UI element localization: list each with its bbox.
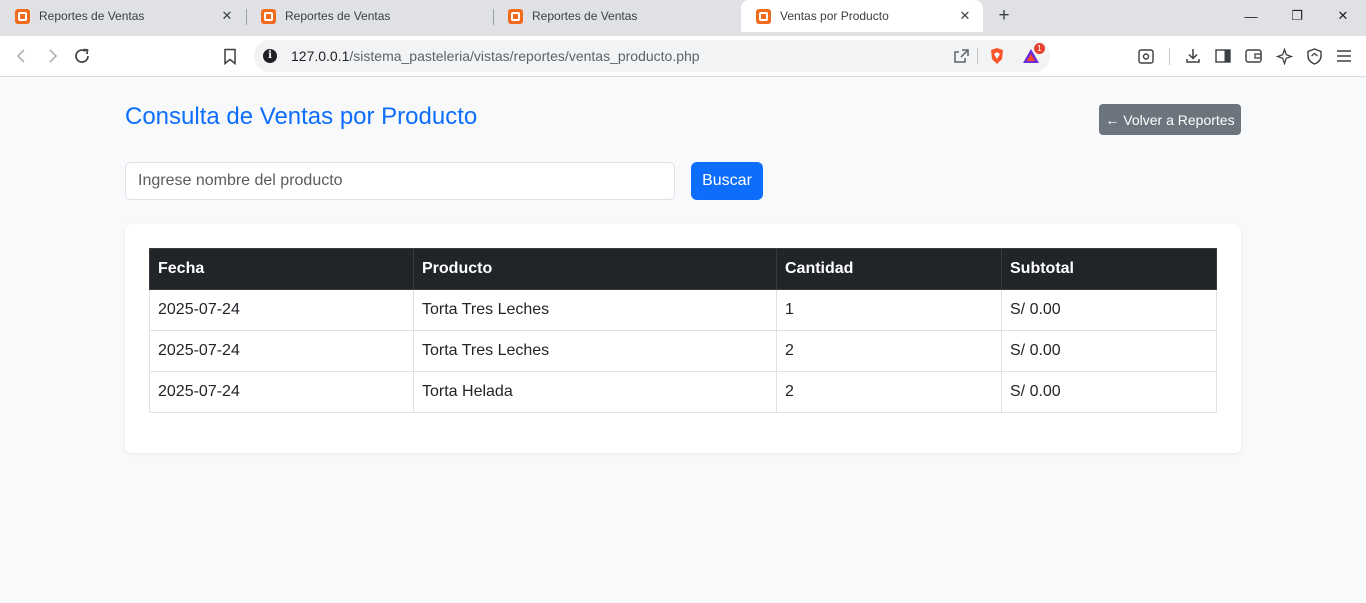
cell-subtotal: S/ 0.00	[1001, 330, 1217, 372]
browser-tab[interactable]: Reportes de Ventas	[493, 0, 739, 32]
new-tab-icon[interactable]: +	[994, 6, 1014, 26]
address-bar[interactable]: i 127.0.0.1/sistema_pasteleria/vistas/re…	[254, 40, 1050, 72]
cell-producto: Torta Tres Leches	[413, 289, 777, 331]
xampp-favicon-icon	[261, 8, 276, 24]
browser-tab[interactable]: Reportes de Ventas	[246, 0, 492, 32]
reload-icon[interactable]	[71, 45, 93, 67]
cell-producto: Torta Helada	[413, 371, 777, 413]
xampp-favicon-icon	[508, 8, 523, 24]
table-row: 2025-07-24 Torta Tres Leches 1 S/ 0.00	[149, 289, 1217, 331]
cell-fecha: 2025-07-24	[149, 330, 414, 372]
cell-producto: Torta Tres Leches	[413, 330, 777, 372]
cell-cantidad: 1	[776, 289, 1002, 331]
results-card: Fecha Producto Cantidad Subtotal 2025-07…	[125, 224, 1241, 453]
tab-title: Reportes de Ventas	[532, 9, 638, 23]
cell-cantidad: 2	[776, 330, 1002, 372]
tab-title: Ventas por Producto	[780, 9, 889, 23]
brave-shield-icon[interactable]	[987, 47, 1007, 65]
tab-title: Reportes de Ventas	[39, 9, 145, 23]
xampp-favicon-icon	[15, 8, 30, 24]
header-fecha: Fecha	[149, 248, 414, 290]
table-row: 2025-07-24 Torta Tres Leches 2 S/ 0.00	[149, 330, 1217, 372]
url-host: 127.0.0.1	[291, 48, 350, 64]
browser-tab-active[interactable]: Ventas por Producto ✕	[741, 0, 983, 32]
notification-badge: 1	[1034, 43, 1045, 54]
restore-icon[interactable]: ❐	[1274, 0, 1320, 32]
browser-toolbar: i 127.0.0.1/sistema_pasteleria/vistas/re…	[0, 36, 1366, 77]
back-to-reports-button[interactable]: ← Volver a Reportes	[1099, 104, 1241, 135]
leo-ai-icon[interactable]	[1273, 45, 1295, 67]
header-producto: Producto	[413, 248, 777, 290]
page-title: Consulta de Ventas por Producto	[125, 103, 478, 130]
cell-fecha: 2025-07-24	[149, 371, 414, 413]
url-text[interactable]: 127.0.0.1/sistema_pasteleria/vistas/repo…	[291, 48, 700, 64]
header-cantidad: Cantidad	[776, 248, 1002, 290]
minimize-icon[interactable]: —	[1228, 0, 1274, 32]
product-search-input[interactable]	[125, 162, 675, 200]
brave-rewards-icon[interactable]: 1	[1021, 43, 1045, 65]
close-tab-icon[interactable]: ✕	[957, 8, 973, 24]
cell-cantidad: 2	[776, 371, 1002, 413]
back-arrow-icon[interactable]	[11, 45, 33, 67]
sales-table: Fecha Producto Cantidad Subtotal 2025-07…	[149, 248, 1217, 413]
toolbar-divider	[1169, 48, 1170, 65]
sidebar-icon[interactable]	[1212, 45, 1234, 67]
table-row: 2025-07-24 Torta Helada 2 S/ 0.00	[149, 371, 1217, 413]
url-path: /sistema_pasteleria/vistas/reportes/vent…	[349, 48, 700, 64]
screenshot-icon[interactable]	[1135, 45, 1157, 67]
close-tab-icon[interactable]: ✕	[219, 8, 235, 24]
header-subtotal: Subtotal	[1001, 248, 1217, 290]
bookmark-icon[interactable]	[219, 45, 241, 67]
cell-subtotal: S/ 0.00	[1001, 289, 1217, 331]
omnibox-divider	[977, 48, 978, 64]
vpn-shield-icon[interactable]	[1303, 45, 1325, 67]
browser-tab[interactable]: Reportes de Ventas ✕	[0, 0, 245, 32]
tab-strip: Reportes de Ventas ✕ Reportes de Ventas …	[0, 0, 1366, 36]
page-content: Consulta de Ventas por Producto ← Volver…	[0, 77, 1366, 603]
forward-arrow-icon[interactable]	[41, 45, 63, 67]
search-button[interactable]: Buscar	[691, 162, 763, 200]
cell-fecha: 2025-07-24	[149, 289, 414, 331]
wallet-icon[interactable]	[1242, 45, 1264, 67]
xampp-favicon-icon	[756, 8, 771, 24]
window-close-icon[interactable]: ✕	[1320, 0, 1366, 32]
cell-subtotal: S/ 0.00	[1001, 371, 1217, 413]
site-info-icon[interactable]: i	[263, 49, 277, 63]
download-icon[interactable]	[1182, 45, 1204, 67]
table-header-row: Fecha Producto Cantidad Subtotal	[149, 248, 1217, 290]
tab-title: Reportes de Ventas	[285, 9, 391, 23]
share-icon[interactable]	[951, 47, 971, 65]
menu-icon[interactable]	[1333, 45, 1355, 67]
